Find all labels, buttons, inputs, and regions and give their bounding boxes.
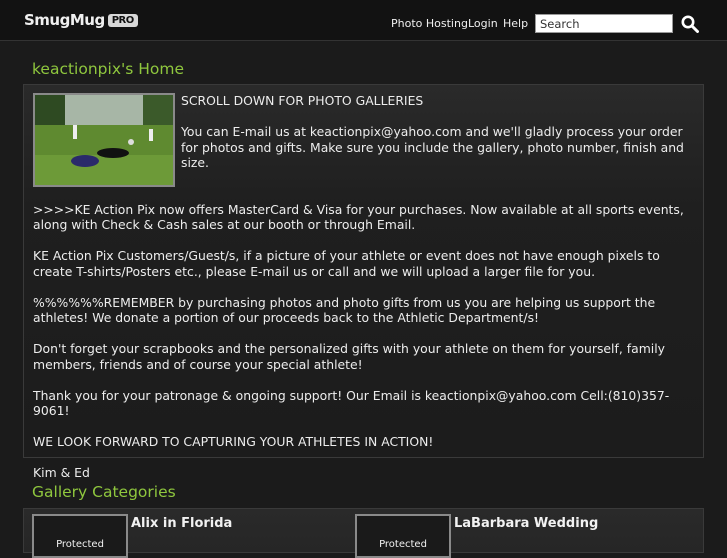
gallery-name[interactable]: LaBarbara Wedding (454, 516, 598, 531)
home-panel: SCROLL DOWN FOR PHOTO GALLERIES You can … (23, 84, 704, 480)
gallery-thumbnail[interactable]: Protected (32, 514, 128, 558)
home-paragraph: Thank you for your patronage & ongoing s… (33, 387, 670, 419)
search-icon[interactable] (681, 15, 699, 33)
gallery-categories-panel: Protected Alix in Florida Protected LaBa… (23, 508, 704, 558)
home-paragraph: WE LOOK FORWARD TO CAPTURING YOUR ATHLET… (33, 434, 434, 449)
nav-login[interactable]: Login (468, 17, 498, 30)
gallery-name[interactable]: Alix in Florida (131, 516, 232, 531)
home-title: keactionpix's Home (32, 60, 185, 78)
logo-text: SmugMug (24, 11, 105, 29)
gallery-card[interactable]: Protected Alix in Florida (24, 509, 344, 558)
home-paragraph: KE Action Pix Customers/Guest/s, if a pi… (33, 248, 660, 279)
home-paragraph: Don't forget your scrapbooks and the per… (33, 341, 665, 372)
home-paragraph: >>>>KE Action Pix now offers MasterCard … (33, 201, 684, 233)
pro-badge: PRO (107, 13, 138, 27)
gallery-categories-title: Gallery Categories (32, 483, 176, 501)
nav-help[interactable]: Help (503, 17, 528, 30)
nav-photo-hosting[interactable]: Photo Hosting (391, 17, 468, 30)
home-description: SCROLL DOWN FOR PHOTO GALLERIES You can … (33, 93, 693, 496)
gallery-card[interactable]: Protected LaBarbara Wedding (347, 509, 667, 558)
search-input[interactable] (535, 14, 673, 33)
sports-photo-image (35, 95, 173, 185)
gallery-thumbnail[interactable]: Protected (355, 514, 451, 558)
home-paragraph: %%%%%%REMEMBER by purchasing photos and … (33, 294, 656, 326)
top-bar: SmugMug PRO Photo Hosting Login Help (0, 0, 727, 41)
smugmug-logo[interactable]: SmugMug PRO (24, 11, 138, 29)
home-paragraph: Kim & Ed (33, 465, 90, 480)
featured-photo[interactable] (33, 93, 175, 187)
